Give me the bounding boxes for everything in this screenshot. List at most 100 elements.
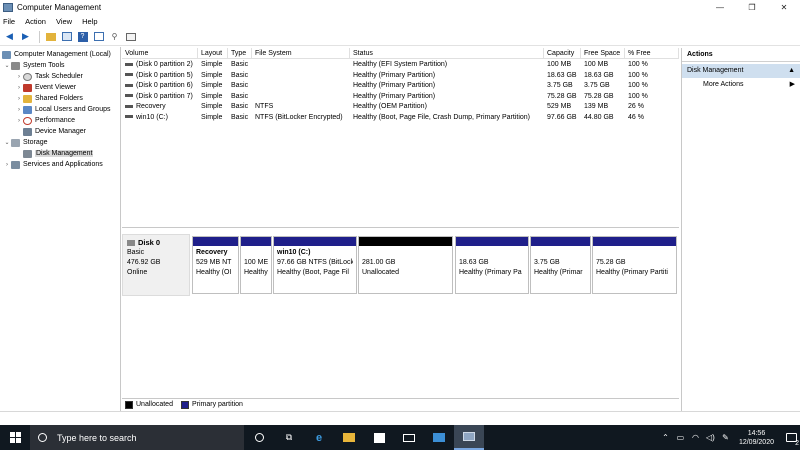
tree-label: Computer Management (Local) (14, 51, 111, 58)
tree-item-shared-folders[interactable]: › Shared Folders (15, 93, 83, 104)
tree-item-disk-management[interactable]: Disk Management (23, 148, 94, 159)
chevron-right-icon[interactable]: › (15, 96, 23, 102)
disk-0-label[interactable]: Disk 0 Basic 476.92 GB Online (122, 234, 190, 296)
clock[interactable]: 14:56 12/09/2020 (739, 429, 774, 447)
toolbar-separator (39, 30, 40, 43)
column-header-capacity[interactable]: Capacity (544, 48, 581, 59)
chevron-right-icon[interactable]: › (3, 162, 11, 168)
more-actions-item[interactable]: More Actions ▶ (682, 78, 800, 92)
up-folder-icon[interactable] (44, 30, 57, 43)
file-explorer-icon[interactable] (334, 425, 364, 450)
remote-desktop-icon[interactable] (424, 425, 454, 450)
partition-size: 529 MB NT (196, 259, 232, 266)
taskbar: Type here to search ⧉ e ⌃ ▭ ◠ ◁) ✎ 14:56… (0, 425, 800, 450)
volume-row[interactable]: Recovery Simple Basic NTFS Healthy (OEM Part… (122, 102, 679, 113)
help-icon[interactable]: ? (76, 30, 89, 43)
volume-row[interactable]: win10 (C:) Simple Basic NTFS (BitLocker Enc… (122, 113, 679, 124)
forward-arrow-icon[interactable]: ▶ (19, 30, 32, 43)
close-button[interactable]: ✕ (768, 0, 800, 15)
partition-status: Healthy (244, 269, 268, 276)
unallocated-partition[interactable]: 281.00 GB Unallocated (358, 236, 453, 294)
actions-header: Actions (682, 48, 800, 62)
chevron-down-icon[interactable]: ⌄ (3, 62, 11, 69)
computer-management-taskbar-icon[interactable] (454, 425, 484, 450)
cell-volume: (Disk 0 partition 2) (122, 60, 198, 71)
submenu-arrow-icon: ▶ (789, 81, 795, 88)
task-view-icon[interactable]: ⧉ (274, 425, 304, 450)
notification-center-icon[interactable]: 2 (782, 425, 800, 450)
tree-item-task-scheduler[interactable]: › Task Scheduler (15, 71, 83, 82)
column-header-percent-free[interactable]: % Free (625, 48, 679, 59)
volume-drive-icon (125, 62, 133, 66)
volume-row[interactable]: (Disk 0 partition 5) Simple Basic Healthy (… (122, 71, 679, 82)
view-icon[interactable] (124, 30, 137, 43)
computer-management-icon (3, 3, 13, 12)
tree-item-performance[interactable]: › Performance (15, 115, 75, 126)
column-header-status[interactable]: Status (350, 48, 544, 59)
clock-time: 14:56 (747, 429, 766, 437)
volume-row[interactable]: (Disk 0 partition 2) Simple Basic Healthy (… (122, 60, 679, 71)
partition-name (244, 248, 268, 258)
window-title: Computer Management (17, 3, 102, 12)
tree-item-storage[interactable]: ⌄ Storage (3, 137, 48, 148)
volume-name: (Disk 0 partition 6) (136, 82, 193, 89)
cortana-icon[interactable] (244, 425, 274, 450)
tree-item-local-users[interactable]: › Local Users and Groups (15, 104, 110, 115)
tree-item-event-viewer[interactable]: › Event Viewer (15, 82, 76, 93)
menu-file[interactable]: File (3, 17, 15, 26)
maximize-button[interactable]: ❐ (736, 0, 768, 15)
cell-type: Basic (231, 103, 249, 110)
primary-partition[interactable]: 75.28 GB Healthy (Primary Partiti (592, 236, 677, 294)
partition-size: 97.66 GB NTFS (BitLock (277, 259, 353, 266)
cell-volume: (Disk 0 partition 6) (122, 81, 198, 92)
primary-partition[interactable]: win10 (C:) 97.66 GB NTFS (BitLock Healthy … (273, 236, 357, 294)
collapse-up-icon[interactable]: ▲ (788, 64, 795, 78)
primary-partition[interactable]: 18.63 GB Healthy (Primary Pa (455, 236, 529, 294)
chevron-right-icon[interactable]: › (15, 118, 23, 124)
cell-capacity: 18.63 GB (547, 71, 577, 79)
menu-action[interactable]: Action (25, 17, 46, 26)
disk-icon (127, 240, 135, 246)
tree-item-computer-management[interactable]: Computer Management (Local) (2, 49, 111, 60)
primary-partition[interactable]: 3.75 GB Healthy (Primar (530, 236, 591, 294)
cell-type: Basic (231, 71, 249, 79)
column-header-volume[interactable]: Volume (122, 48, 198, 59)
chevron-right-icon[interactable]: › (15, 107, 23, 113)
wifi-icon[interactable]: ◠ (688, 433, 703, 442)
show-hide-tree-icon[interactable] (60, 30, 73, 43)
battery-icon[interactable]: ▭ (673, 433, 688, 442)
menu-view[interactable]: View (56, 17, 72, 26)
show-hidden-icons-chevron-up-icon[interactable]: ⌃ (658, 433, 673, 442)
back-arrow-icon[interactable]: ◀ (3, 30, 16, 43)
chevron-down-icon[interactable]: ⌄ (3, 139, 11, 146)
primary-partition[interactable]: 100 ME Healthy (240, 236, 272, 294)
connect-icon[interactable]: ⚲ (108, 30, 121, 43)
tree-item-system-tools[interactable]: ⌄ System Tools (3, 60, 65, 71)
volume-icon[interactable]: ◁) (703, 433, 718, 442)
cell-status: Healthy (EFI System Partition) (353, 61, 448, 68)
column-header-free-space[interactable]: Free Space (581, 48, 625, 59)
properties-icon[interactable] (92, 30, 105, 43)
store-icon[interactable] (364, 425, 394, 450)
column-header-layout[interactable]: Layout (198, 48, 228, 59)
menu-help[interactable]: Help (82, 17, 97, 26)
mail-icon[interactable] (394, 425, 424, 450)
primary-partition[interactable]: Recovery 529 MB NT Healthy (OI (192, 236, 239, 294)
device-manager-icon (23, 127, 32, 136)
pen-icon[interactable]: ✎ (718, 433, 733, 442)
column-header-file-system[interactable]: File System (252, 48, 350, 59)
start-button[interactable] (0, 425, 30, 450)
tree-label: Task Scheduler (35, 73, 83, 80)
actions-section-disk-management[interactable]: Disk Management ▲ (682, 64, 800, 78)
taskbar-search-box[interactable]: Type here to search (30, 425, 244, 450)
chevron-right-icon[interactable]: › (15, 85, 23, 91)
volume-row[interactable]: (Disk 0 partition 7) Simple Basic Healthy (… (122, 92, 679, 103)
volume-row[interactable]: (Disk 0 partition 6) Simple Basic Healthy (… (122, 81, 679, 92)
volume-drive-icon (125, 104, 133, 108)
chevron-right-icon[interactable]: › (15, 74, 23, 80)
tree-item-device-manager[interactable]: Device Manager (23, 126, 86, 137)
column-header-type[interactable]: Type (228, 48, 252, 59)
tree-item-services-applications[interactable]: › Services and Applications (3, 159, 103, 170)
minimize-button[interactable]: — (704, 0, 736, 15)
edge-icon[interactable]: e (304, 425, 334, 450)
